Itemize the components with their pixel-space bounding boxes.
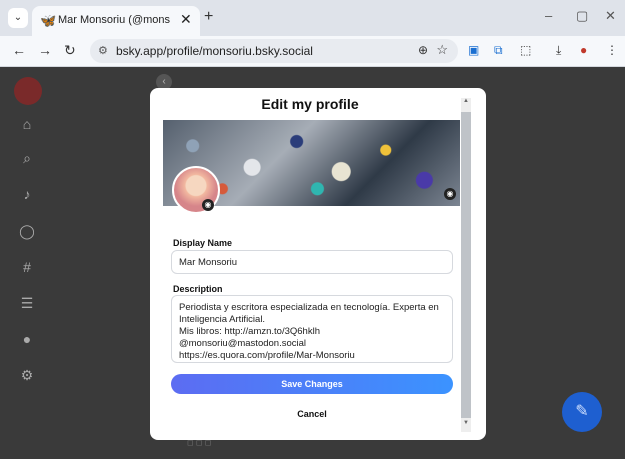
camera-icon[interactable]: ◉ xyxy=(444,188,456,200)
hashtag-icon[interactable]: # xyxy=(18,258,36,276)
compose-icon[interactable]: ✎ xyxy=(562,392,602,432)
avatar[interactable] xyxy=(14,77,42,105)
home-icon[interactable]: ⌂ xyxy=(18,115,36,133)
cancel-button[interactable]: Cancel xyxy=(171,404,453,424)
menu-kebab-icon[interactable]: ⋮ xyxy=(606,43,618,57)
tab-title: Mar Monsoriu (@monsoriu.bsky.social) xyxy=(58,14,170,26)
tab-search-button[interactable]: ⌄ xyxy=(8,8,28,28)
minimize-button[interactable]: – xyxy=(545,8,552,23)
display-name-value: Mar Monsoriu xyxy=(179,257,238,268)
profile-avatar-icon[interactable]: ● xyxy=(580,43,587,57)
description-field[interactable]: Periodista y escritora especializada en … xyxy=(171,295,453,363)
forward-arrow-icon[interactable]: → xyxy=(38,42,52,58)
back-arrow-icon[interactable]: ← xyxy=(12,42,26,58)
tab-close-icon[interactable]: ✕ xyxy=(180,11,192,28)
url-text: bsky.app/profile/monsoriu.bsky.social xyxy=(116,44,313,58)
display-name-field[interactable]: Mar Monsoriu xyxy=(171,250,453,274)
scrollbar-thumb[interactable] xyxy=(461,112,471,418)
star-icon[interactable]: ☆ xyxy=(436,42,448,58)
profile-icon[interactable]: ● xyxy=(18,330,36,348)
close-window-button[interactable]: ✕ xyxy=(605,8,616,24)
browser-toolbar: ← → ↻ ⚙ bsky.app/profile/monsoriu.bsky.s… xyxy=(0,36,625,67)
new-tab-button[interactable]: + xyxy=(204,8,213,26)
bluesky-butterfly-icon: 🦋 xyxy=(40,13,57,28)
extension-icon[interactable]: ▣ xyxy=(468,43,479,57)
address-bar[interactable]: ⚙ bsky.app/profile/monsoriu.bsky.social … xyxy=(90,39,458,63)
chat-icon[interactable]: ◯ xyxy=(18,222,36,240)
settings-icon[interactable]: ⚙ xyxy=(18,366,36,384)
reload-icon[interactable]: ↻ xyxy=(64,42,76,59)
site-settings-icon[interactable]: ⚙ xyxy=(98,44,108,57)
browser-tabbar: ⌄ 🦋 Mar Monsoriu (@monsoriu.bsky.social)… xyxy=(0,0,625,36)
display-name-label: Display Name xyxy=(173,238,233,248)
bell-icon[interactable]: ♪ xyxy=(18,185,36,203)
scroll-up-icon[interactable]: ▲ xyxy=(462,98,470,106)
search-icon[interactable]: ⌕ xyxy=(18,149,36,167)
extensions-puzzle-icon[interactable]: ⬚ xyxy=(520,43,531,57)
description-value: Periodista y escritora especializada en … xyxy=(179,302,439,361)
translate-icon[interactable]: ⧉ xyxy=(494,43,503,58)
edit-profile-modal: Edit my profile ◉ ◉ Display Name Mar Mon… xyxy=(150,88,486,440)
save-button[interactable]: Save Changes xyxy=(171,374,453,394)
modal-title: Edit my profile xyxy=(261,96,359,112)
active-tab[interactable]: 🦋 Mar Monsoriu (@monsoriu.bsky.social) ✕ xyxy=(32,6,200,36)
zoom-icon[interactable]: ⊕ xyxy=(418,43,428,57)
scroll-down-icon[interactable]: ▼ xyxy=(462,420,470,428)
description-label: Description xyxy=(173,284,223,294)
maximize-button[interactable]: ▢ xyxy=(576,8,588,24)
camera-icon[interactable]: ◉ xyxy=(202,199,214,211)
download-icon[interactable]: ⤓ xyxy=(556,43,561,58)
list-icon[interactable]: ☰ xyxy=(18,294,36,312)
